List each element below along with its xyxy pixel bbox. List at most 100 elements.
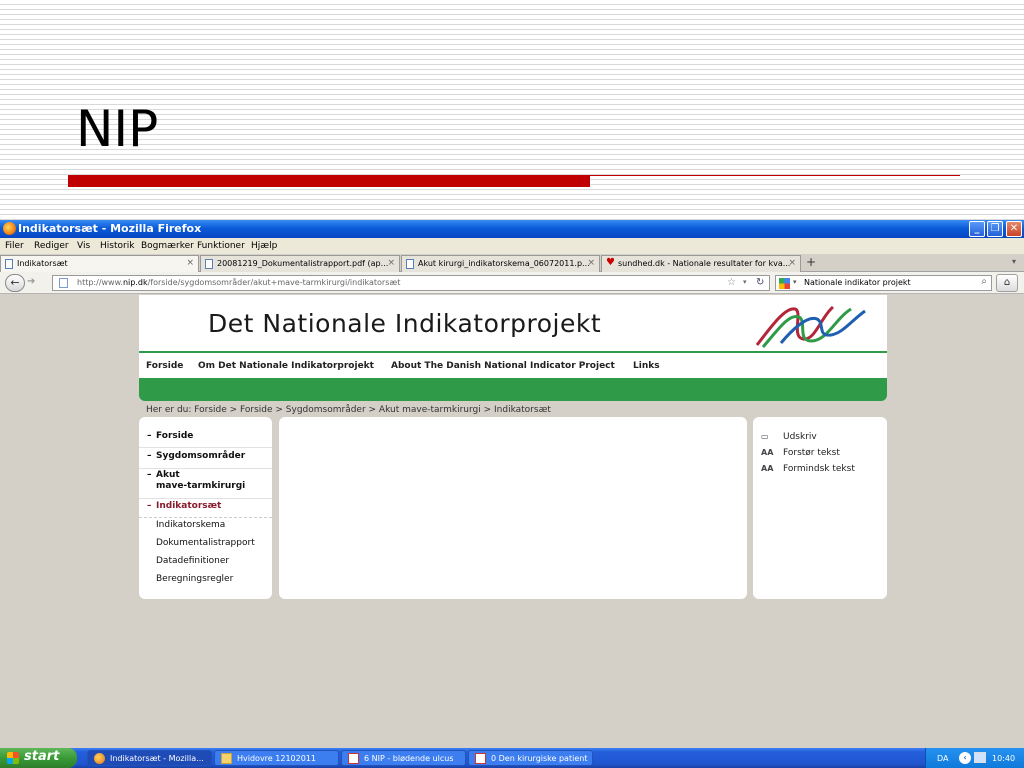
- menu-hjaelp[interactable]: Hjælp: [251, 241, 277, 251]
- close-window-button[interactable]: ✕: [1006, 221, 1022, 237]
- tab-indikatorsaet[interactable]: Indikatorsæt ×: [0, 255, 199, 272]
- url-text: http://www.nip.dk/forside/sygdomsområder…: [77, 278, 401, 287]
- menu-vis[interactable]: Vis: [77, 241, 90, 251]
- tab-close-icon[interactable]: ×: [587, 258, 595, 268]
- url-bar[interactable]: http://www.nip.dk/forside/sygdomsområder…: [52, 275, 770, 291]
- menu-rediger[interactable]: Rediger: [34, 241, 69, 251]
- task-label: 6 NIP - blødende ulcus: [364, 754, 454, 763]
- tool-shrink-text[interactable]: AA Formindsk tekst: [761, 464, 855, 474]
- nip-logo-icon: [755, 305, 866, 348]
- tab-close-icon[interactable]: ×: [186, 258, 194, 268]
- tab-close-icon[interactable]: ×: [387, 258, 395, 268]
- tab-label: 20081219_Dokumentalistrapport.pdf (ap...: [217, 259, 389, 268]
- submenu-indikatorskema[interactable]: Indikatorskema: [156, 520, 225, 530]
- folder-icon: [221, 753, 232, 764]
- web-page: Det Nationale Indikatorprojekt Forside O…: [0, 295, 1024, 748]
- pdf-icon: [348, 753, 359, 764]
- main-content: [279, 417, 747, 599]
- left-menu-sygdomsomraader[interactable]: – Sygdomsområder: [139, 451, 272, 469]
- left-menu-label: Sygdomsområder: [156, 451, 246, 461]
- tab-dokumentalistrapport[interactable]: 20081219_Dokumentalistrapport.pdf (ap...…: [200, 255, 400, 272]
- left-menu-label: Akut: [156, 470, 180, 480]
- menu-bar: Filer Rediger Vis Historik Bogmærker Fun…: [0, 238, 1024, 254]
- task-firefox[interactable]: Indikatorsæt - Mozilla...: [87, 750, 212, 766]
- submenu-datadefinitioner[interactable]: Datadefinitioner: [156, 556, 229, 566]
- restore-button[interactable]: ❐: [987, 221, 1003, 237]
- chevron-left-icon[interactable]: ‹: [959, 752, 971, 764]
- tab-bar: Indikatorsæt × 20081219_Dokumentalistrap…: [0, 254, 1024, 272]
- search-input[interactable]: Nationale indikator projekt: [804, 278, 911, 287]
- task-label: Hvidovre 12102011: [237, 754, 316, 763]
- menu-dash: –: [147, 501, 152, 511]
- tools-panel: ▭ Udskriv AA Forstør tekst AA Formindsk tek…: [753, 417, 887, 599]
- page-icon: [406, 259, 414, 269]
- site-nav-forside[interactable]: Forside: [146, 361, 183, 371]
- text-size-icon: AA: [761, 464, 774, 473]
- left-menu-label: Indikatorsæt: [156, 501, 222, 511]
- bookmark-star-icon[interactable]: ☆: [727, 277, 736, 288]
- task-label: 0 Den kirurgiske patient: [491, 754, 588, 763]
- menu-dash: –: [147, 431, 152, 441]
- engine-dropdown-icon[interactable]: ▾: [793, 278, 797, 286]
- site-header: Det Nationale Indikatorprojekt: [139, 295, 887, 352]
- submenu-beregningsregler[interactable]: Beregningsregler: [156, 574, 233, 584]
- page-icon: [59, 278, 68, 288]
- tab-akut-kirurgi[interactable]: Akut kirurgi_indikatorskema_06072011.p..…: [401, 255, 600, 272]
- breadcrumb: Her er du: Forside > Forside > Sygdomsom…: [146, 405, 551, 415]
- windows-flag-icon: [7, 752, 19, 764]
- left-menu-indikatorsaet[interactable]: – Indikatorsæt: [139, 501, 272, 518]
- home-button[interactable]: ⌂: [996, 274, 1018, 292]
- new-tab-button[interactable]: +: [802, 255, 820, 272]
- menu-bogmaerker[interactable]: Bogmærker: [141, 241, 194, 251]
- minimize-button[interactable]: _: [969, 221, 985, 237]
- pdf-icon: [475, 753, 486, 764]
- tab-close-icon[interactable]: ×: [788, 258, 796, 268]
- tool-print[interactable]: ▭ Udskriv: [761, 432, 817, 442]
- tab-label: Indikatorsæt: [17, 259, 68, 268]
- search-icon[interactable]: ⌕: [981, 276, 987, 287]
- submenu-dokumentalistrapport[interactable]: Dokumentalistrapport: [156, 538, 255, 548]
- window-title: Indikatorsæt - Mozilla Firefox: [18, 222, 202, 235]
- tab-sundhed[interactable]: ♥ sundhed.dk - Nationale resultater for …: [601, 255, 801, 272]
- tab-label: sundhed.dk - Nationale resultater for kv…: [618, 259, 791, 268]
- language-indicator[interactable]: DA: [937, 754, 949, 763]
- tool-enlarge-text[interactable]: AA Forstør tekst: [761, 448, 840, 458]
- forward-button[interactable]: ➔: [27, 276, 35, 287]
- firefox-icon: [94, 753, 105, 764]
- slide-title-underline-line: [590, 175, 960, 176]
- back-button[interactable]: ←: [5, 274, 25, 292]
- task-pdf-ulcus[interactable]: 6 NIP - blødende ulcus: [341, 750, 466, 766]
- menu-filer[interactable]: Filer: [5, 241, 24, 251]
- slide-title-underline-bar: [68, 175, 590, 187]
- url-dropdown-icon[interactable]: ▾: [743, 278, 747, 286]
- left-menu-label: mave-tarmkirurgi: [156, 481, 246, 491]
- task-pdf-patient[interactable]: 0 Den kirurgiske patient: [468, 750, 593, 766]
- page-icon: [205, 259, 213, 269]
- start-label: start: [24, 749, 60, 764]
- tab-label: Akut kirurgi_indikatorskema_06072011.p..…: [418, 259, 590, 268]
- site-nav-links[interactable]: Links: [633, 361, 660, 371]
- windows-taskbar: start Indikatorsæt - Mozilla... Hvidovre…: [0, 748, 1024, 768]
- heart-icon: ♥: [606, 257, 615, 268]
- start-button[interactable]: start: [0, 748, 77, 768]
- message-icon[interactable]: [974, 752, 986, 763]
- left-menu-forside[interactable]: – Forside: [139, 431, 272, 448]
- system-tray: DA ‹ 10:40: [925, 748, 1024, 768]
- site-title: Det Nationale Indikatorprojekt: [208, 309, 602, 338]
- page-icon: [5, 259, 13, 269]
- tool-label: Forstør tekst: [783, 448, 840, 458]
- site-navigation: Forside Om Det Nationale Indikatorprojek…: [139, 353, 887, 378]
- tool-label: Formindsk tekst: [783, 464, 855, 474]
- tab-list-chevron-icon[interactable]: ▾: [1012, 257, 1016, 266]
- left-menu-akut[interactable]: – Akut mave-tarmkirurgi: [139, 470, 272, 499]
- task-folder[interactable]: Hvidovre 12102011: [214, 750, 339, 766]
- reload-icon[interactable]: ↻: [756, 277, 764, 288]
- search-bar[interactable]: ▾ Nationale indikator projekt ⌕: [775, 275, 992, 291]
- site-nav-om[interactable]: Om Det Nationale Indikatorprojekt: [198, 361, 374, 371]
- menu-historik[interactable]: Historik: [100, 241, 134, 251]
- google-icon[interactable]: [779, 278, 790, 289]
- menu-dash: –: [147, 451, 152, 461]
- menu-funktioner[interactable]: Funktioner: [197, 241, 245, 251]
- site-nav-about[interactable]: About The Danish National Indicator Proj…: [391, 361, 615, 371]
- navigation-bar: ← ➔ http://www.nip.dk/forside/sygdomsomr…: [0, 272, 1024, 294]
